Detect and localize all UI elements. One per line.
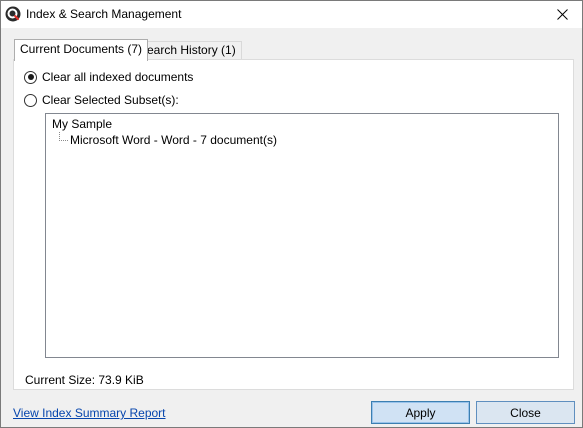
clear-subset-label: Clear Selected Subset(s): <box>42 93 179 107</box>
tab-current-documents[interactable]: Current Documents (7) <box>14 39 149 61</box>
current-documents-panel: Clear all indexed documents Clear Select… <box>13 59 574 390</box>
clear-all-radio[interactable]: Clear all indexed documents <box>24 70 193 84</box>
clear-all-label: Clear all indexed documents <box>42 70 194 84</box>
clear-subset-radio[interactable]: Clear Selected Subset(s): <box>24 93 179 107</box>
tab-search-history[interactable]: Search History (1) <box>135 41 242 60</box>
close-icon[interactable] <box>542 1 582 28</box>
dialog-window: Index & Search Management Current Docume… <box>0 0 583 428</box>
view-summary-report-link[interactable]: View Index Summary Report <box>13 406 166 420</box>
window-title: Index & Search Management <box>26 7 182 21</box>
tree-node-child[interactable]: Microsoft Word - Word - 7 document(s) <box>70 133 277 147</box>
subset-tree[interactable]: My Sample Microsoft Word - Word - 7 docu… <box>45 113 559 358</box>
radio-unchecked-icon <box>24 93 37 107</box>
apply-button[interactable]: Apply <box>371 401 470 424</box>
tree-node-root[interactable]: My Sample <box>52 117 112 131</box>
title-bar: Index & Search Management <box>1 1 582 28</box>
close-button[interactable]: Close <box>476 401 575 424</box>
app-logo-icon <box>5 6 21 22</box>
radio-checked-icon <box>24 70 37 84</box>
tree-connector-line <box>59 132 68 141</box>
current-size-label: Current Size: 73.9 KiB <box>25 373 144 387</box>
